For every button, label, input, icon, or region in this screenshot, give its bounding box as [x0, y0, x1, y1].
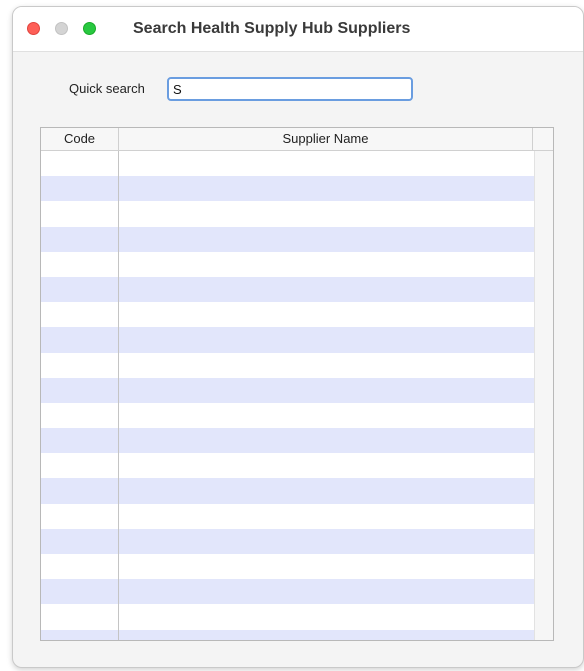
title-bar[interactable]: Search Health Supply Hub Suppliers [13, 7, 583, 52]
minimize-window-button[interactable] [55, 22, 68, 35]
table-header: Code Supplier Name [41, 128, 553, 151]
table-row[interactable] [41, 302, 534, 328]
quick-search-input[interactable] [167, 77, 413, 101]
cell-code[interactable] [41, 352, 119, 378]
table-row[interactable] [41, 428, 534, 454]
cell-code[interactable] [41, 377, 119, 403]
cell-code[interactable] [41, 528, 119, 554]
cell-supplier-name[interactable] [119, 227, 534, 252]
table-row[interactable] [41, 276, 534, 303]
cell-supplier-name[interactable] [119, 151, 534, 176]
cell-supplier-name[interactable] [119, 453, 534, 478]
table-row[interactable] [41, 327, 534, 353]
cell-code[interactable] [41, 402, 119, 429]
cell-supplier-name[interactable] [119, 277, 534, 302]
table-body [41, 151, 534, 640]
table-row[interactable] [41, 201, 534, 227]
cell-supplier-name[interactable] [119, 252, 534, 277]
cell-supplier-name[interactable] [119, 201, 534, 226]
zoom-window-button[interactable] [83, 22, 96, 35]
table-row[interactable] [41, 478, 534, 504]
cell-code[interactable] [41, 276, 119, 303]
cell-supplier-name[interactable] [119, 302, 534, 327]
cell-supplier-name[interactable] [119, 378, 534, 403]
quick-search-label: Quick search [69, 81, 145, 96]
table-row[interactable] [41, 554, 534, 580]
cell-code[interactable] [41, 503, 119, 529]
cell-supplier-name[interactable] [119, 353, 534, 378]
table-row[interactable] [41, 402, 534, 429]
cell-code[interactable] [41, 327, 119, 353]
table-row[interactable] [41, 176, 534, 202]
cell-supplier-name[interactable] [119, 554, 534, 579]
cell-code[interactable] [41, 151, 119, 177]
table-row[interactable] [41, 352, 534, 378]
close-window-button[interactable] [27, 22, 40, 35]
cell-code[interactable] [41, 176, 119, 202]
table-row[interactable] [41, 503, 534, 529]
cell-supplier-name[interactable] [119, 604, 534, 629]
cell-code[interactable] [41, 629, 119, 640]
cell-code[interactable] [41, 453, 119, 479]
cell-code[interactable] [41, 201, 119, 227]
table-row[interactable] [41, 453, 534, 479]
column-header-supplier-name[interactable]: Supplier Name [119, 128, 533, 150]
cell-code[interactable] [41, 302, 119, 328]
cell-supplier-name[interactable] [119, 428, 534, 453]
column-header-filler [533, 128, 553, 150]
column-header-code[interactable]: Code [41, 128, 119, 150]
cell-code[interactable] [41, 579, 119, 605]
table-row[interactable] [41, 377, 534, 403]
supplier-search-window: Search Health Supply Hub Suppliers Quick… [12, 6, 584, 668]
cell-code[interactable] [41, 478, 119, 504]
table-row[interactable] [41, 604, 534, 630]
cell-supplier-name[interactable] [119, 504, 534, 529]
vertical-scrollbar[interactable] [534, 151, 553, 640]
suppliers-table: Code Supplier Name [40, 127, 554, 641]
table-row[interactable] [41, 528, 534, 554]
table-row[interactable] [41, 251, 534, 277]
cell-supplier-name[interactable] [119, 579, 534, 604]
cell-supplier-name[interactable] [119, 176, 534, 201]
cell-code[interactable] [41, 251, 119, 277]
table-row[interactable] [41, 151, 534, 177]
cell-code[interactable] [41, 604, 119, 630]
cell-supplier-name[interactable] [119, 327, 534, 352]
table-row[interactable] [41, 629, 534, 640]
window-title: Search Health Supply Hub Suppliers [133, 20, 411, 37]
cell-supplier-name[interactable] [119, 630, 534, 640]
table-row[interactable] [41, 579, 534, 605]
cell-code[interactable] [41, 554, 119, 580]
cell-code[interactable] [41, 428, 119, 454]
cell-supplier-name[interactable] [119, 403, 534, 428]
table-row[interactable] [41, 226, 534, 252]
cell-code[interactable] [41, 226, 119, 252]
cell-supplier-name[interactable] [119, 478, 534, 503]
cell-supplier-name[interactable] [119, 529, 534, 554]
